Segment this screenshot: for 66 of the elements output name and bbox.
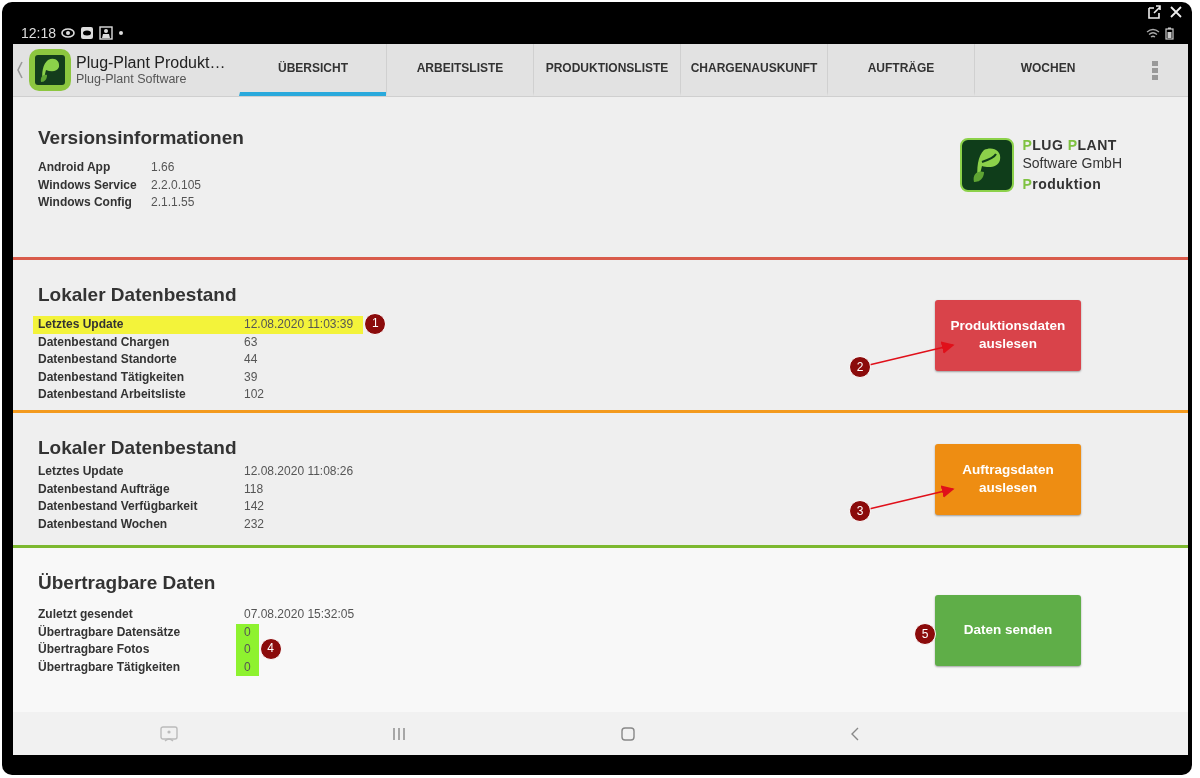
overflow-menu-icon[interactable]: [1151, 60, 1158, 80]
section-title: Versionsinformationen: [38, 127, 244, 149]
row-value: 232: [243, 515, 266, 533]
row-label: Windows Service: [38, 176, 138, 194]
row-label: Datenbestand Chargen: [38, 333, 171, 351]
row-value: 118: [243, 480, 265, 498]
row-label: Datenbestand Wochen: [38, 515, 169, 533]
row-label: Letztes Update: [38, 316, 125, 333]
row-value: 2.2.0.105: [150, 176, 203, 194]
nav-tab[interactable]: AUFTRÄGE: [827, 44, 974, 96]
row-value: 0: [236, 641, 259, 659]
app-title: Plug-Plant Produkt…: [76, 54, 226, 72]
battery-icon: [1165, 26, 1174, 40]
wifi-icon: [1146, 27, 1160, 39]
section-title: Lokaler Datenbestand: [38, 437, 237, 459]
row-value: 142: [243, 498, 266, 516]
nav-tab[interactable]: ÜBERSICHT: [239, 44, 386, 96]
row-value: 12.08.2020 11:08:26: [243, 463, 355, 480]
row-label: Datenbestand Arbeitsliste: [38, 386, 187, 404]
dot-icon: [118, 30, 125, 36]
row-value: 63: [243, 333, 259, 351]
row-label: Datenbestand Tätigkeiten: [38, 368, 186, 386]
row-value: 39: [243, 368, 259, 386]
person-icon: [99, 26, 114, 40]
row-value: 1.66: [150, 159, 176, 176]
app-subtitle: Plug-Plant Software: [76, 72, 188, 86]
screenshot-icon[interactable]: [160, 725, 179, 742]
action-button[interactable]: Produktionsdaten auslesen: [935, 299, 1081, 371]
row-value: 12.08.2020 11:03:39: [243, 316, 355, 333]
external-link-icon[interactable]: [1146, 4, 1162, 20]
row-value: 07.08.2020 15:32:05: [243, 606, 356, 623]
callout-badge: 5: [914, 622, 936, 645]
section-title: Lokaler Datenbestand: [38, 284, 237, 306]
nav-tab[interactable]: PRODUKTIONSLISTE: [533, 44, 680, 96]
callout-badge: 4: [259, 638, 282, 661]
eye-icon: [61, 26, 76, 40]
callout-badge: 1: [364, 313, 387, 335]
row-label: Übertragbare Fotos: [38, 641, 151, 659]
row-value: 102: [243, 386, 266, 404]
leaf-logo-icon: [960, 137, 1015, 192]
logo-text: PLUG PLANT Software GmbH Produktion: [1022, 136, 1122, 193]
row-label: Übertragbare Datensätze: [38, 623, 182, 641]
row-label: Datenbestand Aufträge: [38, 480, 171, 498]
callout-badge: 3: [849, 499, 871, 522]
callout-badge: 2: [849, 355, 871, 378]
row-label: Zuletzt gesendet: [38, 606, 134, 623]
back-chevron-icon[interactable]: [16, 60, 24, 80]
clock-time: 12:18: [21, 25, 57, 41]
section-title: Übertragbare Daten: [38, 572, 216, 594]
close-icon[interactable]: [1168, 4, 1184, 20]
nav-tab[interactable]: WOCHEN: [974, 44, 1121, 96]
row-value: 2.1.1.55: [150, 194, 196, 212]
row-value: 0: [236, 623, 259, 642]
app-logo-icon: [29, 49, 71, 91]
nav-tab[interactable]: CHARGENAUSKUNFT: [680, 44, 827, 96]
row-label: Übertragbare Tätigkeiten: [38, 658, 182, 676]
home-icon[interactable]: [620, 726, 635, 741]
remote-icon: [80, 26, 95, 40]
row-label: Windows Config: [38, 194, 133, 212]
row-label: Android App: [38, 159, 112, 176]
nav-tab[interactable]: ARBEITSLISTE: [386, 44, 533, 96]
recent-apps-icon[interactable]: [392, 726, 407, 741]
row-value: 44: [243, 351, 259, 369]
row-label: Datenbestand Standorte: [38, 351, 178, 369]
row-label: Datenbestand Verfügbarkeit: [38, 498, 199, 516]
row-label: Letztes Update: [38, 463, 125, 480]
